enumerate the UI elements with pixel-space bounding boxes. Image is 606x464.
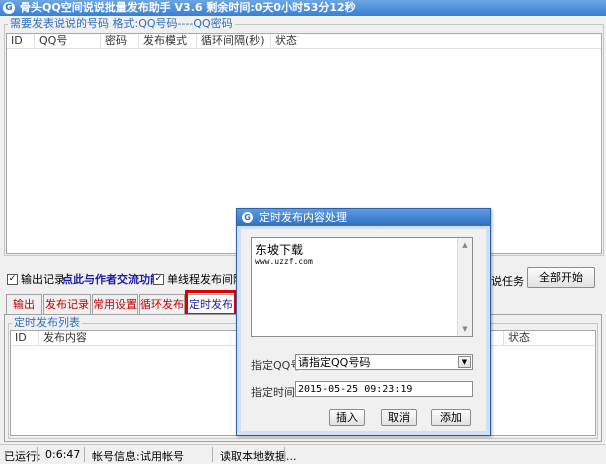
scheduled-legend: 定时发布列表 [12, 316, 82, 329]
content-title: 东坡下载 [255, 243, 304, 257]
qq-select[interactable]: 请指定QQ号码 ▼ [295, 354, 473, 370]
col-password[interactable]: 密码 [101, 34, 139, 48]
time-input[interactable]: 2015-05-25 09:23:19 [295, 381, 473, 397]
col-status[interactable]: 状态 [271, 34, 331, 48]
title-bar: G 骨头QQ空间说说批量发布助手 V3.6 剩余时间:0天0小时53分12秒 [0, 0, 606, 16]
qq-select-value: 请指定QQ号码 [298, 356, 371, 369]
scroll-up-icon[interactable]: ▲ [460, 240, 470, 250]
cancel-button[interactable]: 取消 [381, 409, 417, 426]
accounts-legend: 需要发表说说的号码 格式:QQ号码----QQ密码 [8, 17, 235, 30]
content-scrollbar[interactable]: ▲ ▼ [457, 238, 472, 336]
tab-publish-log[interactable]: 发布记录 [43, 294, 91, 314]
chevron-down-icon[interactable]: ▼ [458, 356, 471, 368]
col-mode[interactable]: 发布模式 [139, 34, 197, 48]
highlight-box [185, 290, 237, 316]
running-time: 0:6:47 [45, 448, 81, 461]
account-label: 帐号信息: [92, 450, 140, 463]
insert-button[interactable]: 插入 [329, 409, 365, 426]
status-bar: 已运行: 0:6:47 帐号信息: 试用帐号 读取本地数据... [0, 444, 606, 464]
task-label: 说任务 [491, 275, 524, 288]
accounts-list-header: ID QQ号 密码 发布模式 循环间隔(秒) 状态 [7, 34, 601, 49]
dialog-body: 东坡下载 www.uzzf.com ▲ ▼ 指定QQ号 请指定QQ号码 ▼ 指定… [241, 229, 486, 431]
divider [284, 447, 285, 462]
col-id[interactable]: ID [11, 331, 39, 345]
tab-common-settings[interactable]: 常用设置 [92, 294, 138, 314]
window-title: 骨头QQ空间说说批量发布助手 V3.6 剩余时间:0天0小时53分12秒 [20, 1, 356, 14]
col-qq[interactable]: QQ号 [35, 34, 101, 48]
col-id[interactable]: ID [7, 34, 35, 48]
tab-loop-publish[interactable]: 循环发布 [139, 294, 185, 314]
divider [37, 447, 38, 462]
content-textarea[interactable]: 东坡下载 www.uzzf.com ▲ ▼ [251, 237, 473, 337]
app-icon: G [3, 2, 15, 14]
content-url: www.uzzf.com [255, 257, 313, 266]
qq-label: 指定QQ号 [251, 359, 302, 372]
status-message: 读取本地数据... [220, 450, 297, 463]
divider [84, 447, 85, 462]
app-icon: G [242, 212, 253, 223]
dialog-title-bar[interactable]: G 定时发布内容处理 [237, 209, 490, 226]
tab-output[interactable]: 输出 [6, 294, 42, 314]
start-all-button[interactable]: 全部开始 [527, 267, 595, 288]
check-icon: ✓ [7, 273, 18, 285]
running-label: 已运行: [4, 450, 41, 463]
single-thread-checkbox[interactable]: ✓ 单线程发布间隔 [153, 271, 244, 287]
time-label: 指定时间 [251, 386, 295, 399]
output-log-label: 输出记录 [21, 273, 65, 286]
author-link[interactable]: 点此与作者交流功能 [62, 271, 161, 287]
scroll-down-icon[interactable]: ▼ [460, 324, 470, 334]
divider [212, 447, 213, 462]
col-status[interactable]: 状态 [504, 331, 564, 345]
check-icon: ✓ [153, 273, 164, 285]
dialog-title: 定时发布内容处理 [259, 211, 347, 224]
col-interval[interactable]: 循环间隔(秒) [197, 34, 271, 48]
account-value: 试用帐号 [140, 450, 184, 463]
output-log-checkbox[interactable]: ✓ 输出记录 [7, 271, 65, 287]
add-button[interactable]: 添加 [431, 409, 471, 426]
scheduled-content-dialog: G 定时发布内容处理 东坡下载 www.uzzf.com ▲ ▼ 指定QQ号 请… [236, 208, 491, 436]
single-thread-label: 单线程发布间隔 [167, 273, 244, 286]
